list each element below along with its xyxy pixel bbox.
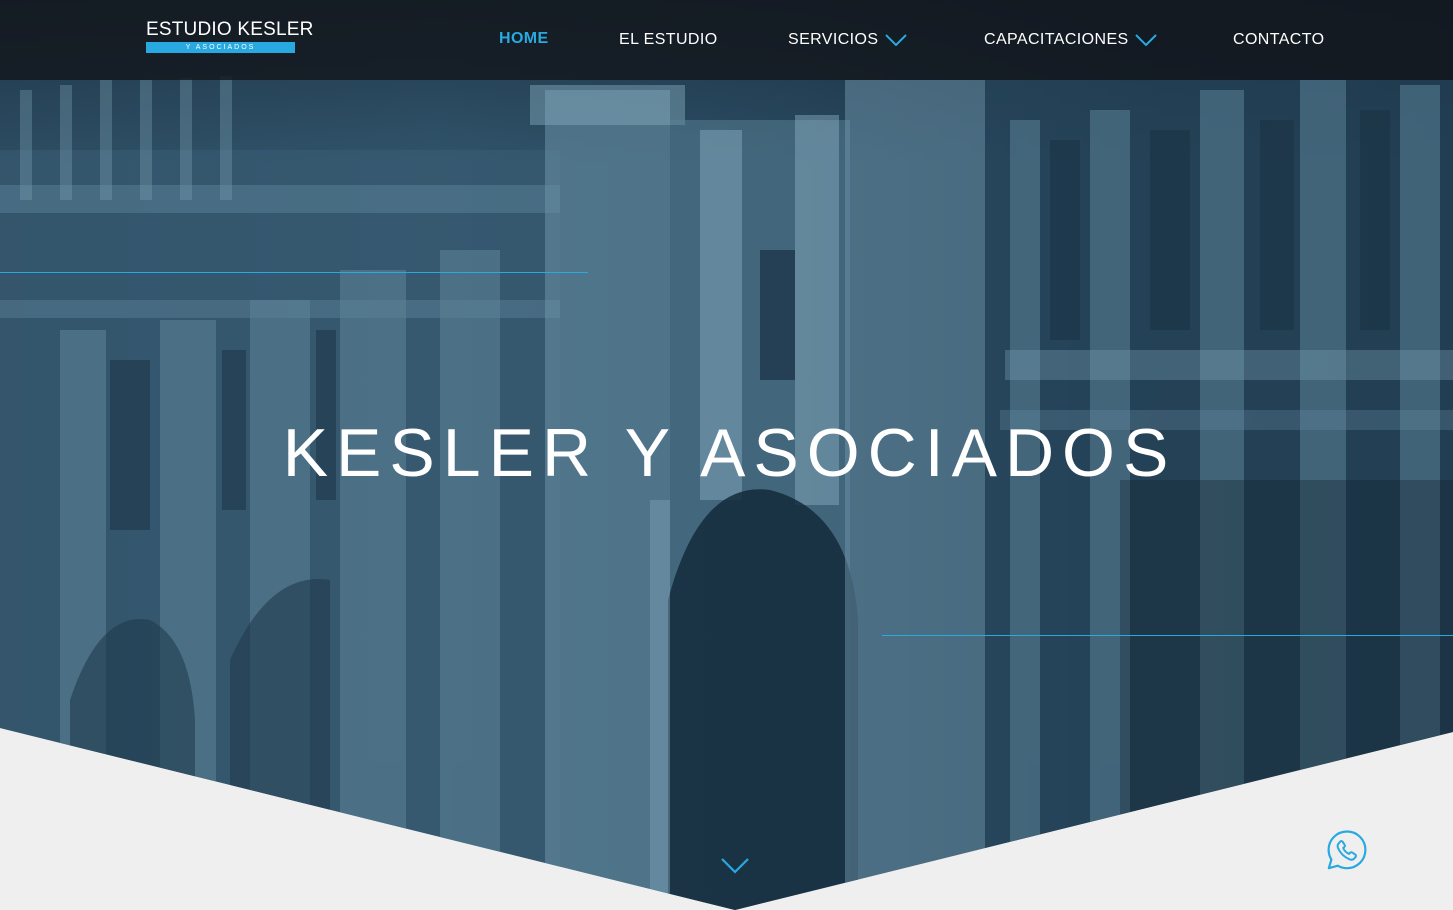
- scroll-down-chevron-icon[interactable]: [720, 857, 750, 875]
- nav-contacto-label: CONTACTO: [1233, 31, 1325, 48]
- nav-capacitaciones-label: CAPACITACIONES: [984, 31, 1129, 48]
- whatsapp-icon[interactable]: [1326, 829, 1368, 871]
- top-navigation-bar: ESTUDIO KESLER Y ASOCIADOS HOME EL ESTUD…: [0, 0, 1453, 80]
- hero-title: KESLER Y ASOCIADOS: [282, 415, 1177, 491]
- nav-contacto[interactable]: CONTACTO: [1233, 31, 1325, 51]
- logo-title: ESTUDIO KESLER: [146, 19, 314, 40]
- nav-servicios[interactable]: SERVICIOS: [788, 31, 910, 51]
- nav-home-label: HOME: [499, 30, 549, 47]
- decorative-line-left: [0, 272, 588, 273]
- page: ESTUDIO KESLER Y ASOCIADOS HOME EL ESTUD…: [0, 0, 1453, 910]
- chevron-down-icon: [885, 34, 907, 46]
- decorative-line-right: [882, 635, 1453, 636]
- chevron-down-icon: [1135, 34, 1157, 46]
- nav-servicios-label: SERVICIOS: [788, 31, 879, 48]
- nav-el-estudio[interactable]: EL ESTUDIO: [619, 31, 718, 51]
- nav-el-estudio-label: EL ESTUDIO: [619, 31, 718, 48]
- nav-capacitaciones[interactable]: CAPACITACIONES: [984, 31, 1159, 51]
- site-logo[interactable]: ESTUDIO KESLER Y ASOCIADOS: [146, 19, 314, 54]
- logo-subtitle: Y ASOCIADOS: [146, 42, 295, 53]
- nav-home[interactable]: HOME: [499, 30, 549, 50]
